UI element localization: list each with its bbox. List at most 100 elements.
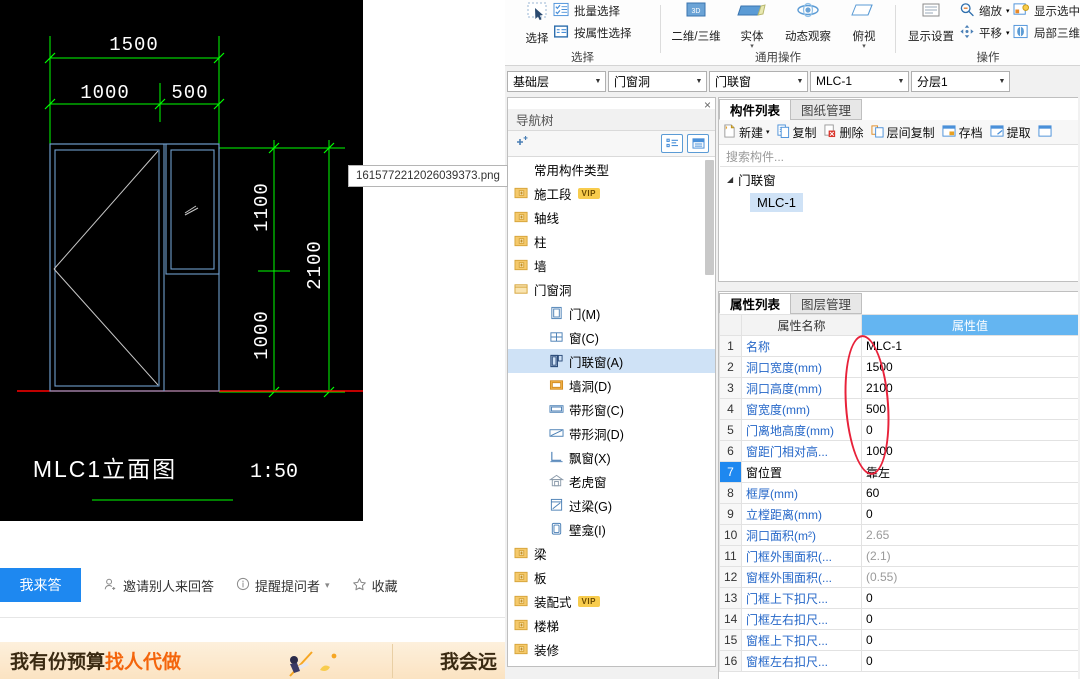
nav-tree-item-18[interactable]: 装配式 VIP [508, 589, 715, 613]
component-copy-floors-button[interactable]: 层间复制 [871, 124, 935, 141]
property-row-value[interactable]: 2.65 [861, 524, 1079, 546]
nav-tree-item-11[interactable]: 带形洞(D) [508, 421, 715, 445]
nav-tree-item-7[interactable]: 窗(C) [508, 325, 715, 349]
property-row-value[interactable]: 60 [861, 482, 1079, 504]
property-row[interactable]: 15 窗框上下扣尺... 0 [719, 629, 1079, 651]
nav-tree-item-10[interactable]: 带形窗(C) [508, 397, 715, 421]
navigation-tree-list[interactable]: 常用构件类型 施工段 VIP 轴线柱墙门窗洞 门(M) 窗(C) 门联窗(A) 墙洞(D) 带形… [508, 157, 715, 667]
property-row[interactable]: 4 窗宽度(mm) 500 [719, 398, 1079, 420]
property-row[interactable]: 8 框厚(mm) 60 [719, 482, 1079, 504]
property-row-index: 12 [719, 566, 742, 588]
nav-tree-item-12[interactable]: 飘窗(X) [508, 445, 715, 469]
property-row[interactable]: 7 窗位置 靠左 [719, 461, 1079, 483]
property-row[interactable]: 16 窗框左右扣尺... 0 [719, 650, 1079, 672]
component-type-selector[interactable]: 门联窗 ▼ [709, 70, 808, 92]
property-row-value[interactable]: MLC-1 [861, 335, 1079, 357]
tab-drawing-management[interactable]: 图纸管理 [790, 99, 863, 120]
chevron-down-icon[interactable]: ▾ [1006, 7, 1010, 15]
add-icon[interactable] [514, 135, 530, 152]
nav-tree-item-19[interactable]: 楼梯 [508, 613, 715, 637]
tab-property-list[interactable]: 属性列表 [719, 293, 792, 314]
property-row-value[interactable]: 2100 [861, 377, 1079, 399]
ribbon-solid-button[interactable]: 实体 ▾ [729, 2, 775, 50]
component-extract-button[interactable]: 提取 [990, 124, 1031, 141]
nav-tree-item-5[interactable]: 门窗洞 [508, 277, 715, 301]
property-row[interactable]: 1 名称 MLC-1 [719, 335, 1079, 357]
nav-tree-item-3[interactable]: 柱 [508, 229, 715, 253]
component-selector[interactable]: MLC-1 ▼ [810, 70, 909, 92]
ribbon-orbit-button[interactable]: 动态观察 [777, 2, 839, 44]
nav-tree-item-0[interactable]: 常用构件类型 [508, 157, 715, 181]
property-row[interactable]: 14 门框左右扣尺... 0 [719, 608, 1079, 630]
nav-tree-item-1[interactable]: 施工段 VIP [508, 181, 715, 205]
component-new-button[interactable]: 新建 ▾ [723, 124, 770, 141]
ribbon-zoom-button[interactable]: 缩放 ▾ [959, 2, 1010, 20]
property-row[interactable]: 6 窗距门相对高... 1000 [719, 440, 1079, 462]
property-row-value[interactable]: 1000 [861, 440, 1079, 462]
nav-tree-item-2[interactable]: 轴线 [508, 205, 715, 229]
property-row-value[interactable]: (0.55) [861, 566, 1079, 588]
ribbon-show-selected-button[interactable]: 显示选中图元 ▾ [1013, 2, 1080, 20]
nav-tree-item-6[interactable]: 门(M) [508, 301, 715, 325]
layer-selector[interactable]: 分层1 ▼ [911, 70, 1010, 92]
remind-asker-action[interactable]: 提醒提问者 ▾ [236, 576, 330, 595]
tab-layer-management[interactable]: 图层管理 [790, 293, 863, 314]
property-row-value[interactable]: 0 [861, 419, 1079, 441]
component-item-mlc-1[interactable]: MLC-1 [750, 193, 804, 212]
component-copy-button[interactable]: 复制 [776, 124, 817, 141]
property-row[interactable]: 11 门框外围面积(... (2.1) [719, 545, 1079, 567]
property-row[interactable]: 10 洞口面积(m²) 2.65 [719, 524, 1079, 546]
property-row[interactable]: 3 洞口高度(mm) 2100 [719, 377, 1079, 399]
ribbon-topview-button[interactable]: 俯视 ▾ [841, 2, 887, 50]
property-row[interactable]: 12 窗框外围面积(... (0.55) [719, 566, 1079, 588]
ribbon-2d3d-button[interactable]: 3D 二维/三维 [665, 2, 727, 44]
invite-answer-action[interactable]: 邀请别人来回答 [103, 576, 214, 595]
component-delete-button[interactable]: 删除 [824, 124, 864, 141]
property-row[interactable]: 2 洞口宽度(mm) 1500 [719, 356, 1079, 378]
property-row[interactable]: 5 门离地高度(mm) 0 [719, 419, 1079, 441]
ribbon-pan-button[interactable]: 平移 ▾ [959, 24, 1010, 42]
property-row-value[interactable]: 0 [861, 608, 1079, 630]
nav-tree-item-14[interactable]: 过梁(G) [508, 493, 715, 517]
answer-button[interactable]: 我来答 [0, 568, 81, 602]
nav-tree-item-13[interactable]: 老虎窗 [508, 469, 715, 493]
chevron-down-icon[interactable]: ▾ [1006, 29, 1010, 37]
property-row-value[interactable]: 0 [861, 650, 1079, 672]
list-view-icon[interactable] [661, 134, 683, 153]
ribbon-display-settings-button[interactable]: 显示设置 [900, 2, 962, 44]
chevron-down-icon: ▼ [594, 77, 602, 85]
favorite-action[interactable]: 收藏 [352, 576, 398, 595]
nav-tree-item-16[interactable]: 梁 [508, 541, 715, 565]
component-extract-label: 提取 [1006, 125, 1031, 140]
property-row-value[interactable]: (2.1) [861, 545, 1079, 567]
detail-view-icon[interactable] [687, 134, 709, 153]
property-row-value[interactable]: 靠左 [861, 461, 1079, 483]
ribbon-select-by-property[interactable]: 按属性选择 [553, 24, 632, 42]
promo-banner[interactable]: 我有份预算找人代做 我会远 [0, 642, 505, 679]
category-selector[interactable]: 门窗洞 ▼ [608, 70, 707, 92]
property-row-value[interactable]: 0 [861, 629, 1079, 651]
nav-tree-item-20[interactable]: 装修 [508, 637, 715, 661]
component-more-button[interactable] [1038, 124, 1052, 141]
ribbon-local3d-button[interactable]: 局部三维 [1013, 24, 1080, 42]
ribbon-batch-select[interactable]: 批量选择 [553, 2, 620, 20]
component-search-input[interactable]: 搜索构件... [720, 146, 1080, 167]
nav-tree-item-4[interactable]: 墙 [508, 253, 715, 277]
component-group-node[interactable]: ◢ 门联窗 [719, 168, 1079, 191]
property-row[interactable]: 9 立樘距离(mm) 0 [719, 503, 1079, 525]
tab-component-list[interactable]: 构件列表 [719, 99, 792, 120]
component-archive-button[interactable]: 存档 [942, 124, 983, 141]
property-row-value[interactable]: 1500 [861, 356, 1079, 378]
property-row-value[interactable]: 0 [861, 503, 1079, 525]
nav-tree-item-15[interactable]: 壁龛(I) [508, 517, 715, 541]
nav-tree-item-8[interactable]: 门联窗(A) [508, 349, 715, 373]
top-view-icon [850, 2, 878, 27]
property-row-value[interactable]: 500 [861, 398, 1079, 420]
nav-tree-item-17[interactable]: 板 [508, 565, 715, 589]
property-row-value[interactable]: 0 [861, 587, 1079, 609]
navigation-tree-scrollbar[interactable] [705, 160, 714, 275]
floor-selector[interactable]: 基础层 ▼ [507, 70, 606, 92]
nav-tree-item-9[interactable]: 墙洞(D) [508, 373, 715, 397]
property-row[interactable]: 13 门框上下扣尺... 0 [719, 587, 1079, 609]
chevron-down-icon[interactable]: ▾ [766, 128, 770, 136]
